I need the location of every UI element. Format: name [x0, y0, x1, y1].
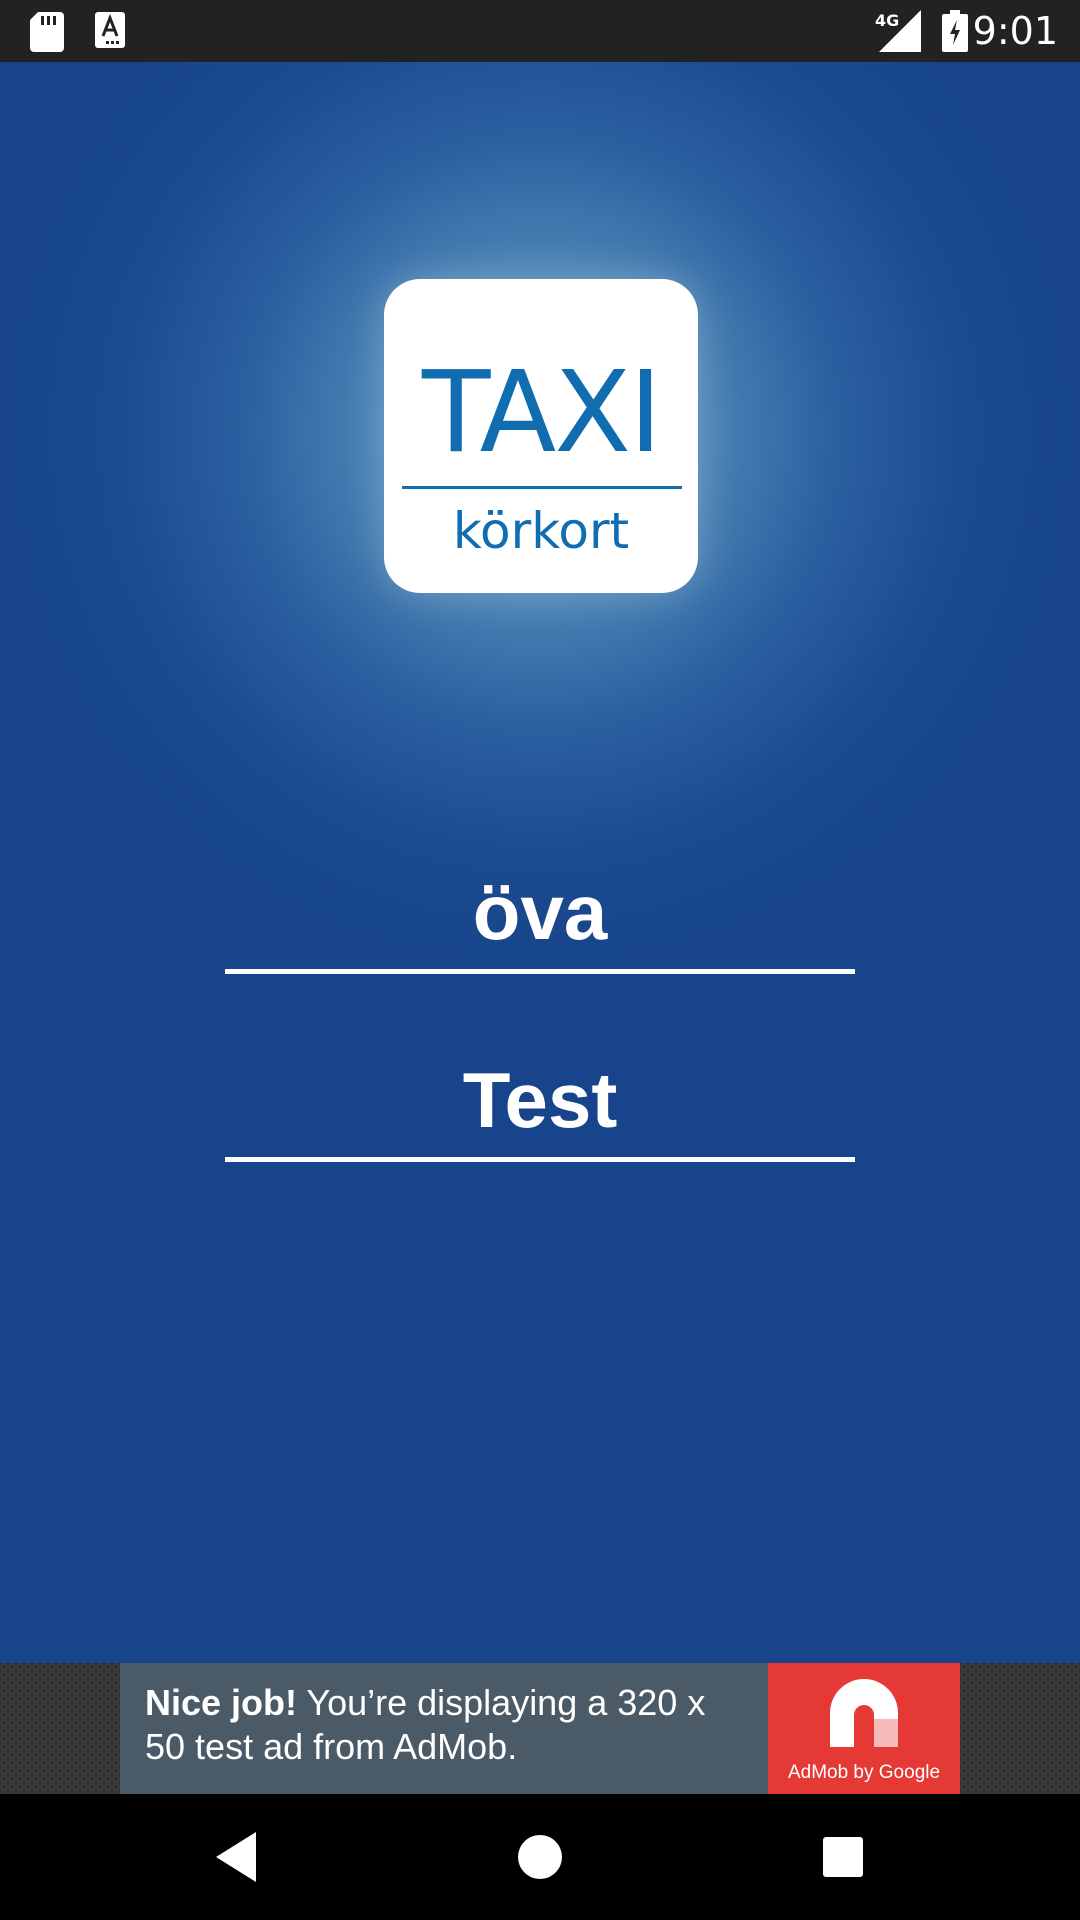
practice-button-label: öva	[472, 868, 608, 956]
sd-card-icon	[30, 12, 64, 57]
test-ad-banner[interactable]: Nice job! You’re displaying a 320 x 50 t…	[120, 1663, 960, 1794]
test-button[interactable]: Test	[225, 1050, 855, 1162]
status-time: 9:01	[972, 9, 1058, 53]
ad-area: Nice job! You’re displaying a 320 x 50 t…	[0, 1663, 1080, 1794]
admob-logo: AdMob by Google	[768, 1663, 960, 1794]
signal-4g-icon: 4G	[875, 10, 921, 57]
back-icon	[216, 1832, 256, 1882]
app-screen: 4G 9:01 TAXI körkort öva Test Nice job! …	[0, 0, 1080, 1920]
admob-caption: AdMob by Google	[787, 1762, 941, 1783]
status-bar: 4G 9:01	[0, 0, 1080, 62]
home-icon	[518, 1835, 562, 1879]
battery-charging-icon	[942, 10, 968, 57]
navigation-bar	[0, 1794, 1080, 1920]
main-content: TAXI körkort öva Test	[0, 62, 1080, 1663]
home-button[interactable]	[505, 1822, 575, 1892]
network-type-label: 4G	[875, 11, 899, 30]
practice-button-underline	[225, 969, 855, 974]
app-logo: TAXI körkort	[384, 279, 698, 593]
test-button-underline	[225, 1157, 855, 1162]
text-notification-icon	[95, 12, 125, 53]
ad-text: Nice job! You’re displaying a 320 x 50 t…	[145, 1681, 745, 1769]
admob-icon	[830, 1679, 898, 1747]
logo-subtitle: körkort	[452, 502, 630, 560]
test-button-label: Test	[462, 1056, 618, 1144]
ad-headline: Nice job!	[145, 1682, 298, 1723]
back-button[interactable]	[202, 1822, 272, 1892]
logo-divider	[402, 486, 682, 489]
recents-icon	[823, 1837, 863, 1877]
practice-button[interactable]: öva	[225, 862, 855, 974]
recents-button[interactable]	[808, 1822, 878, 1892]
logo-title: TAXI	[421, 348, 662, 478]
